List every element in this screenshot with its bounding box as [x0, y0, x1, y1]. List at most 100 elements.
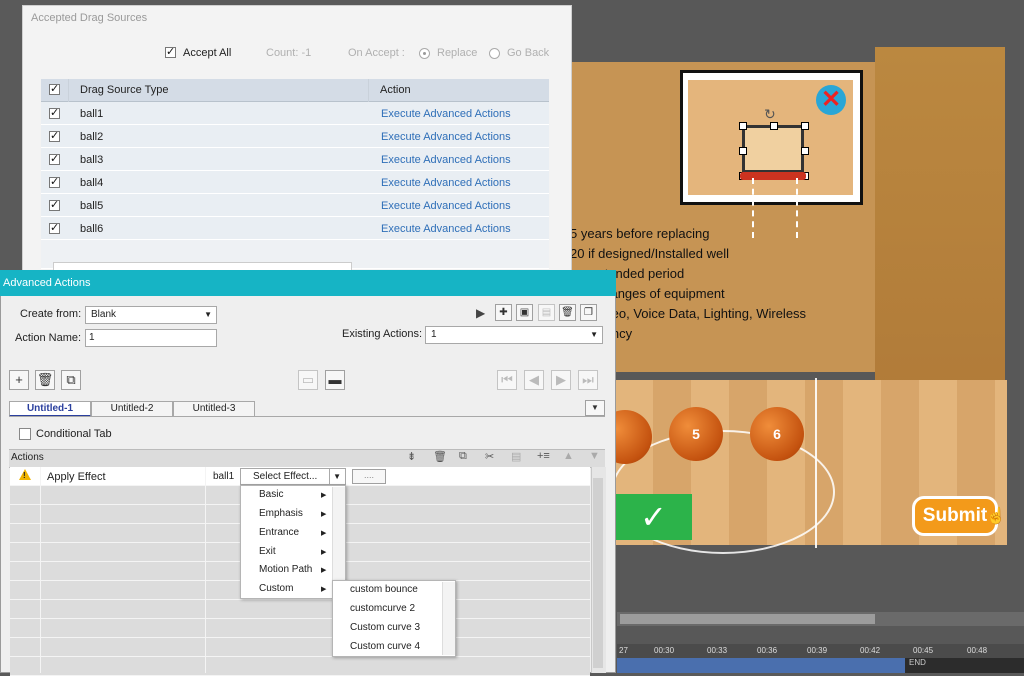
column-header-type: Drag Source Type [80, 84, 169, 96]
select-all-checkbox[interactable]: ✓ [49, 84, 60, 95]
timeline-bar[interactable] [617, 658, 907, 673]
replace-radio[interactable] [419, 48, 430, 59]
action-row[interactable] [10, 638, 590, 657]
menu-item-motion-path[interactable]: Motion Path [259, 564, 312, 575]
menu-item-customcurve-2[interactable]: customcurve 2 [350, 603, 415, 614]
timeline-tick: 27 [619, 646, 628, 655]
collapse-icon[interactable]: ▭ [298, 370, 318, 390]
previous-icon[interactable]: ◀ [524, 370, 544, 390]
next-icon[interactable]: ▶ [551, 370, 571, 390]
check-button[interactable]: ✓ [615, 494, 692, 540]
trash-icon[interactable]: 🗑 [559, 304, 576, 321]
row-checkbox[interactable]: ✓ [49, 108, 60, 119]
duplicate-tab-icon[interactable]: ⧉ [61, 370, 81, 390]
first-icon[interactable]: ⏮ [497, 370, 517, 390]
duplicate-icon[interactable]: ❐ [580, 304, 597, 321]
submenu-arrow-icon: ▶ [321, 549, 327, 556]
warning-mark: ! [23, 471, 26, 480]
hoop-net [752, 178, 798, 238]
menu-item-custom[interactable]: Custom [259, 583, 293, 594]
more-options-button[interactable]: .... [352, 469, 386, 484]
menu-item-entrance[interactable]: Entrance [259, 527, 299, 538]
cut-icon[interactable]: ✂ [485, 450, 494, 463]
delete-icon[interactable]: 🗑 [35, 370, 55, 390]
slide-wall [875, 47, 1005, 427]
delete-row-icon[interactable]: 🗑 [433, 450, 447, 463]
tabs-menu-icon[interactable]: ▼ [585, 400, 605, 416]
actions-scroll-thumb[interactable] [593, 478, 603, 668]
select-effect-dropdown[interactable]: Select Effect... ▼ [240, 468, 346, 485]
resize-handle[interactable] [801, 122, 809, 130]
conditional-tab-label: Conditional Tab [36, 428, 112, 440]
go-back-radio[interactable] [489, 48, 500, 59]
menu-item-custom-bounce[interactable]: custom bounce [350, 584, 418, 595]
action-name-label: Action Name: [15, 332, 82, 344]
panel-title: Advanced Actions [0, 270, 616, 296]
submenu-arrow-icon: ▶ [321, 511, 327, 518]
action-row[interactable] [10, 600, 590, 619]
action-link[interactable]: Execute Advanced Actions [381, 131, 511, 143]
menu-item-custom-curve-4[interactable]: Custom curve 4 [350, 641, 420, 652]
export-icon[interactable]: ▤ [538, 304, 555, 321]
rotate-handle-icon[interactable]: ↻ [764, 106, 776, 123]
replace-label: Replace [437, 47, 478, 59]
action-row[interactable] [10, 657, 590, 676]
row-checkbox[interactable]: ✓ [49, 223, 60, 234]
insert-below-icon[interactable]: +≡ [537, 450, 550, 462]
create-from-label: Create from: [20, 308, 82, 320]
move-down-icon[interactable]: ▼ [589, 450, 600, 462]
expand-icon[interactable]: ▬ [325, 370, 345, 390]
resize-handle[interactable] [739, 122, 747, 130]
insert-icon[interactable]: ⇟ [407, 450, 416, 463]
ball-5[interactable]: 5 [669, 407, 723, 461]
timeline-tick: 00:45 [913, 646, 934, 655]
accept-all-checkbox[interactable]: ✓ [165, 47, 176, 58]
copy-icon[interactable]: ⧉ [459, 450, 467, 463]
row-checkbox[interactable]: ✓ [49, 154, 60, 165]
existing-actions-dropdown[interactable]: 1 ▼ [425, 326, 603, 344]
resize-handle[interactable] [770, 122, 778, 130]
drag-source-type: ball3 [80, 154, 104, 166]
add-icon[interactable]: + [9, 370, 29, 390]
action-link[interactable]: Execute Advanced Actions [381, 200, 511, 212]
count-label: Count: -1 [266, 47, 312, 59]
tab-untitled-1[interactable]: Untitled-1 [9, 401, 91, 417]
row-checkbox[interactable]: ✓ [49, 200, 60, 211]
import-icon[interactable]: ▣ [516, 304, 533, 321]
resize-handle[interactable] [739, 147, 747, 155]
submenu-arrow-icon: ▶ [321, 567, 327, 574]
action-row[interactable] [10, 619, 590, 638]
stage-scroll-thumb[interactable] [620, 614, 875, 624]
menu-item-basic[interactable]: Basic [259, 489, 283, 500]
actions-header: Actions [11, 452, 44, 463]
menu-item-emphasis[interactable]: Emphasis [259, 508, 303, 519]
ball-6[interactable]: 6 [750, 407, 804, 461]
timeline-tick: 00:39 [807, 646, 828, 655]
action-link[interactable]: Execute Advanced Actions [381, 177, 511, 189]
close-icon[interactable]: ✕ [816, 85, 846, 115]
action-link[interactable]: Execute Advanced Actions [381, 223, 511, 235]
submenu-scrollbar[interactable] [442, 582, 455, 655]
menu-item-exit[interactable]: Exit [259, 546, 276, 557]
create-from-dropdown[interactable]: Blank ▼ [85, 306, 217, 324]
conditional-tab-checkbox[interactable] [19, 428, 31, 440]
chevron-down-icon: ▼ [590, 330, 598, 339]
menu-item-custom-curve-3[interactable]: Custom curve 3 [350, 622, 420, 633]
row-checkbox[interactable]: ✓ [49, 177, 60, 188]
action-link[interactable]: Execute Advanced Actions [381, 154, 511, 166]
tab-untitled-3[interactable]: Untitled-3 [173, 401, 255, 417]
action-name-input[interactable]: 1 [85, 329, 217, 347]
timeline-ruler[interactable]: 27 00:30 00:33 00:36 00:39 00:42 00:45 0… [617, 644, 1024, 658]
paste-icon[interactable]: ▤ [511, 450, 521, 463]
drop-target-box[interactable] [742, 125, 804, 173]
add-action-icon[interactable]: ✚ [495, 304, 512, 321]
play-icon[interactable]: ▶ [476, 306, 485, 320]
timeline-end: END [905, 658, 1024, 673]
move-up-icon[interactable]: ▲ [563, 450, 574, 462]
resize-handle[interactable] [801, 147, 809, 155]
action-link[interactable]: Execute Advanced Actions [381, 108, 511, 120]
last-icon[interactable]: ⏭ [578, 370, 598, 390]
tab-untitled-2[interactable]: Untitled-2 [91, 401, 173, 417]
row-checkbox[interactable]: ✓ [49, 131, 60, 142]
submenu-arrow-icon: ▶ [321, 586, 327, 593]
